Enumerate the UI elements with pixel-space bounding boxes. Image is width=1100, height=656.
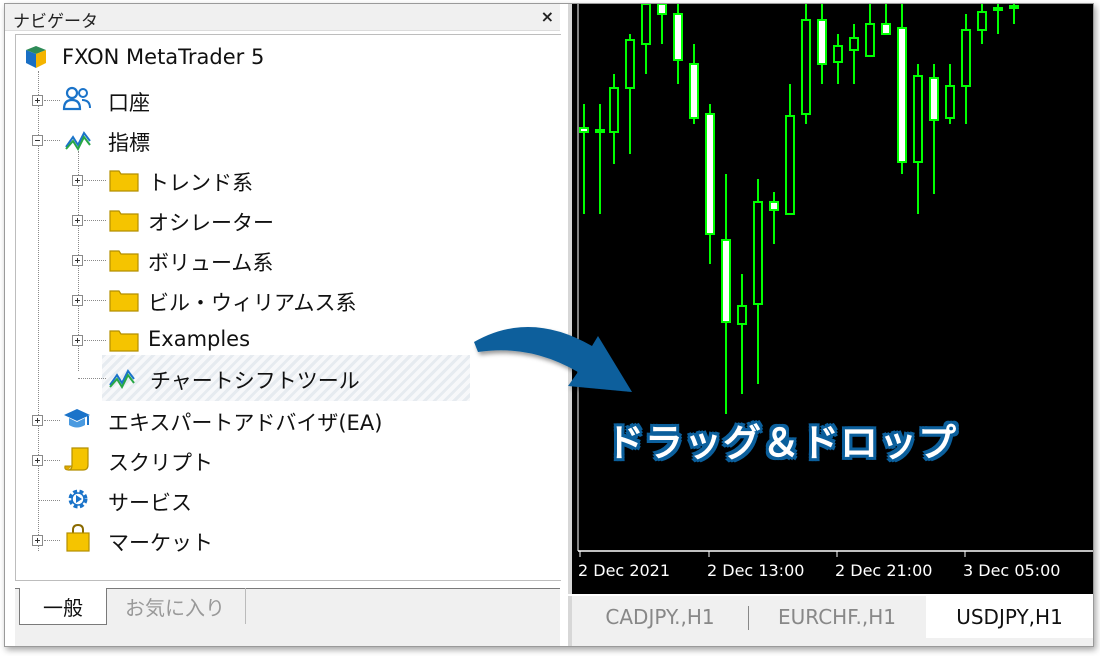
- tree-item-examples[interactable]: Examples: [148, 327, 250, 351]
- candlestick-chart: 2 Dec 2021 2 Dec 13:00 2 Dec 21:00 3 Dec…: [577, 4, 1093, 580]
- expand-bill-williams-button[interactable]: [72, 295, 83, 306]
- time-label: 2 Dec 2021: [578, 561, 670, 580]
- tree-item-accounts[interactable]: 口座: [108, 87, 150, 117]
- time-label: 3 Dec 05:00: [963, 561, 1060, 580]
- tree-root-label[interactable]: FXON MetaTrader 5: [62, 45, 264, 69]
- tree-item-indicators[interactable]: 指標: [108, 127, 150, 157]
- tab-general[interactable]: 一般: [19, 588, 107, 625]
- candle-body: [721, 239, 731, 323]
- mt5-logo-icon: [22, 43, 50, 71]
- candle-body: [609, 87, 619, 133]
- candle-body: [817, 19, 827, 65]
- tree-item-experts[interactable]: エキスパートアドバイザ(EA): [108, 407, 382, 437]
- candle-body: [833, 45, 843, 63]
- candle-body: [929, 77, 939, 121]
- expand-experts-button[interactable]: [32, 415, 43, 426]
- candle-body: [737, 305, 747, 325]
- chart-tab-cadjpy[interactable]: CADJPY.,H1: [572, 596, 748, 638]
- tree-connector: [38, 500, 60, 501]
- candle-body: [769, 201, 779, 211]
- folder-icon: [108, 245, 139, 273]
- tree-connector: [44, 100, 60, 101]
- time-label: 2 Dec 13:00: [707, 561, 804, 580]
- candle-body: [705, 113, 715, 235]
- tree-item-scripts[interactable]: スクリプト: [108, 447, 213, 477]
- candle-body: [945, 85, 955, 119]
- tree-item-volumes[interactable]: ボリューム系: [148, 247, 273, 277]
- folder-icon: [108, 285, 139, 313]
- candle-body: [595, 129, 605, 133]
- navigator-tabs: 一般 お気に入り: [15, 588, 560, 646]
- shopping-bag-icon: [64, 523, 92, 552]
- tree-connector: [84, 260, 106, 261]
- chart-tab-usdjpy[interactable]: USDJPY,H1: [926, 596, 1093, 638]
- tree-item-services[interactable]: サービス: [108, 487, 192, 517]
- drag-arrow-icon: [474, 326, 632, 392]
- accounts-icon: [62, 85, 91, 113]
- tree-item-chart-shift[interactable]: チャートシフトツール: [150, 365, 360, 395]
- folder-icon: [108, 325, 139, 353]
- navigator-tree: FXON MetaTrader 5 口座 指標 トレンド系 オシレーター ボリュ…: [15, 34, 561, 581]
- candle-body: [865, 23, 875, 57]
- candle-body: [993, 7, 1003, 11]
- candle-body: [897, 27, 907, 163]
- candle-body: [673, 13, 683, 61]
- candle-body: [625, 39, 635, 89]
- candle-body: [881, 23, 891, 35]
- tree-item-bill-williams[interactable]: ビル・ウィリアムス系: [148, 287, 357, 317]
- service-gear-icon: [64, 485, 92, 513]
- tree-connector: [84, 300, 106, 301]
- expand-volumes-button[interactable]: [72, 255, 83, 266]
- graduation-cap-icon: [62, 405, 90, 433]
- navigator-title: ナビゲータ: [13, 12, 98, 32]
- tree-item-oscillators[interactable]: オシレーター: [148, 207, 274, 237]
- indicator-icon: [108, 365, 136, 393]
- expand-market-button[interactable]: [32, 535, 43, 546]
- folder-icon: [108, 205, 139, 233]
- expand-scripts-button[interactable]: [32, 455, 43, 466]
- folder-icon: [108, 165, 139, 193]
- tree-connector: [44, 540, 60, 541]
- navigator-title-bar: ナビゲータ ×: [5, 4, 560, 32]
- tree-connector: [44, 140, 60, 141]
- chart-tab-eurchf[interactable]: EURCHF.,H1: [749, 596, 925, 638]
- tree-item-trend[interactable]: トレンド系: [148, 167, 253, 197]
- candle-body: [849, 37, 859, 51]
- tree-connector: [44, 460, 60, 461]
- tree-connector: [84, 340, 106, 341]
- close-icon[interactable]: ×: [541, 7, 554, 26]
- expand-oscillators-button[interactable]: [72, 215, 83, 226]
- candle-body: [801, 19, 811, 115]
- tree-connector: [78, 378, 106, 379]
- candle-body: [657, 4, 667, 15]
- drag-drop-annotation: ドラッグ＆ドロップ: [606, 421, 958, 465]
- candle-body: [689, 63, 699, 119]
- candle-body: [977, 11, 987, 31]
- tab-favorites[interactable]: お気に入り: [105, 588, 246, 624]
- expand-accounts-button[interactable]: [32, 95, 43, 106]
- candle-body: [1009, 5, 1019, 9]
- indicator-icon: [64, 127, 92, 155]
- candle-body: [753, 201, 763, 305]
- candle-body: [913, 75, 923, 163]
- expand-trend-button[interactable]: [72, 175, 83, 186]
- candle-body: [785, 115, 795, 215]
- candle-body: [961, 29, 971, 87]
- tree-item-market[interactable]: マーケット: [108, 527, 213, 557]
- price-chart[interactable]: 2 Dec 2021 2 Dec 13:00 2 Dec 21:00 3 Dec…: [568, 4, 1093, 594]
- candle-body: [641, 4, 651, 45]
- collapse-indicators-button[interactable]: [32, 135, 43, 146]
- tree-connector: [44, 420, 60, 421]
- tree-connector: [84, 220, 106, 221]
- expand-examples-button[interactable]: [72, 335, 83, 346]
- time-label: 2 Dec 21:00: [835, 561, 932, 580]
- tree-connector: [84, 180, 106, 181]
- chart-tabs: CADJPY.,H1 EURCHF.,H1 USDJPY,H1: [568, 596, 1093, 646]
- script-icon: [64, 445, 92, 473]
- candle-body: [579, 127, 589, 133]
